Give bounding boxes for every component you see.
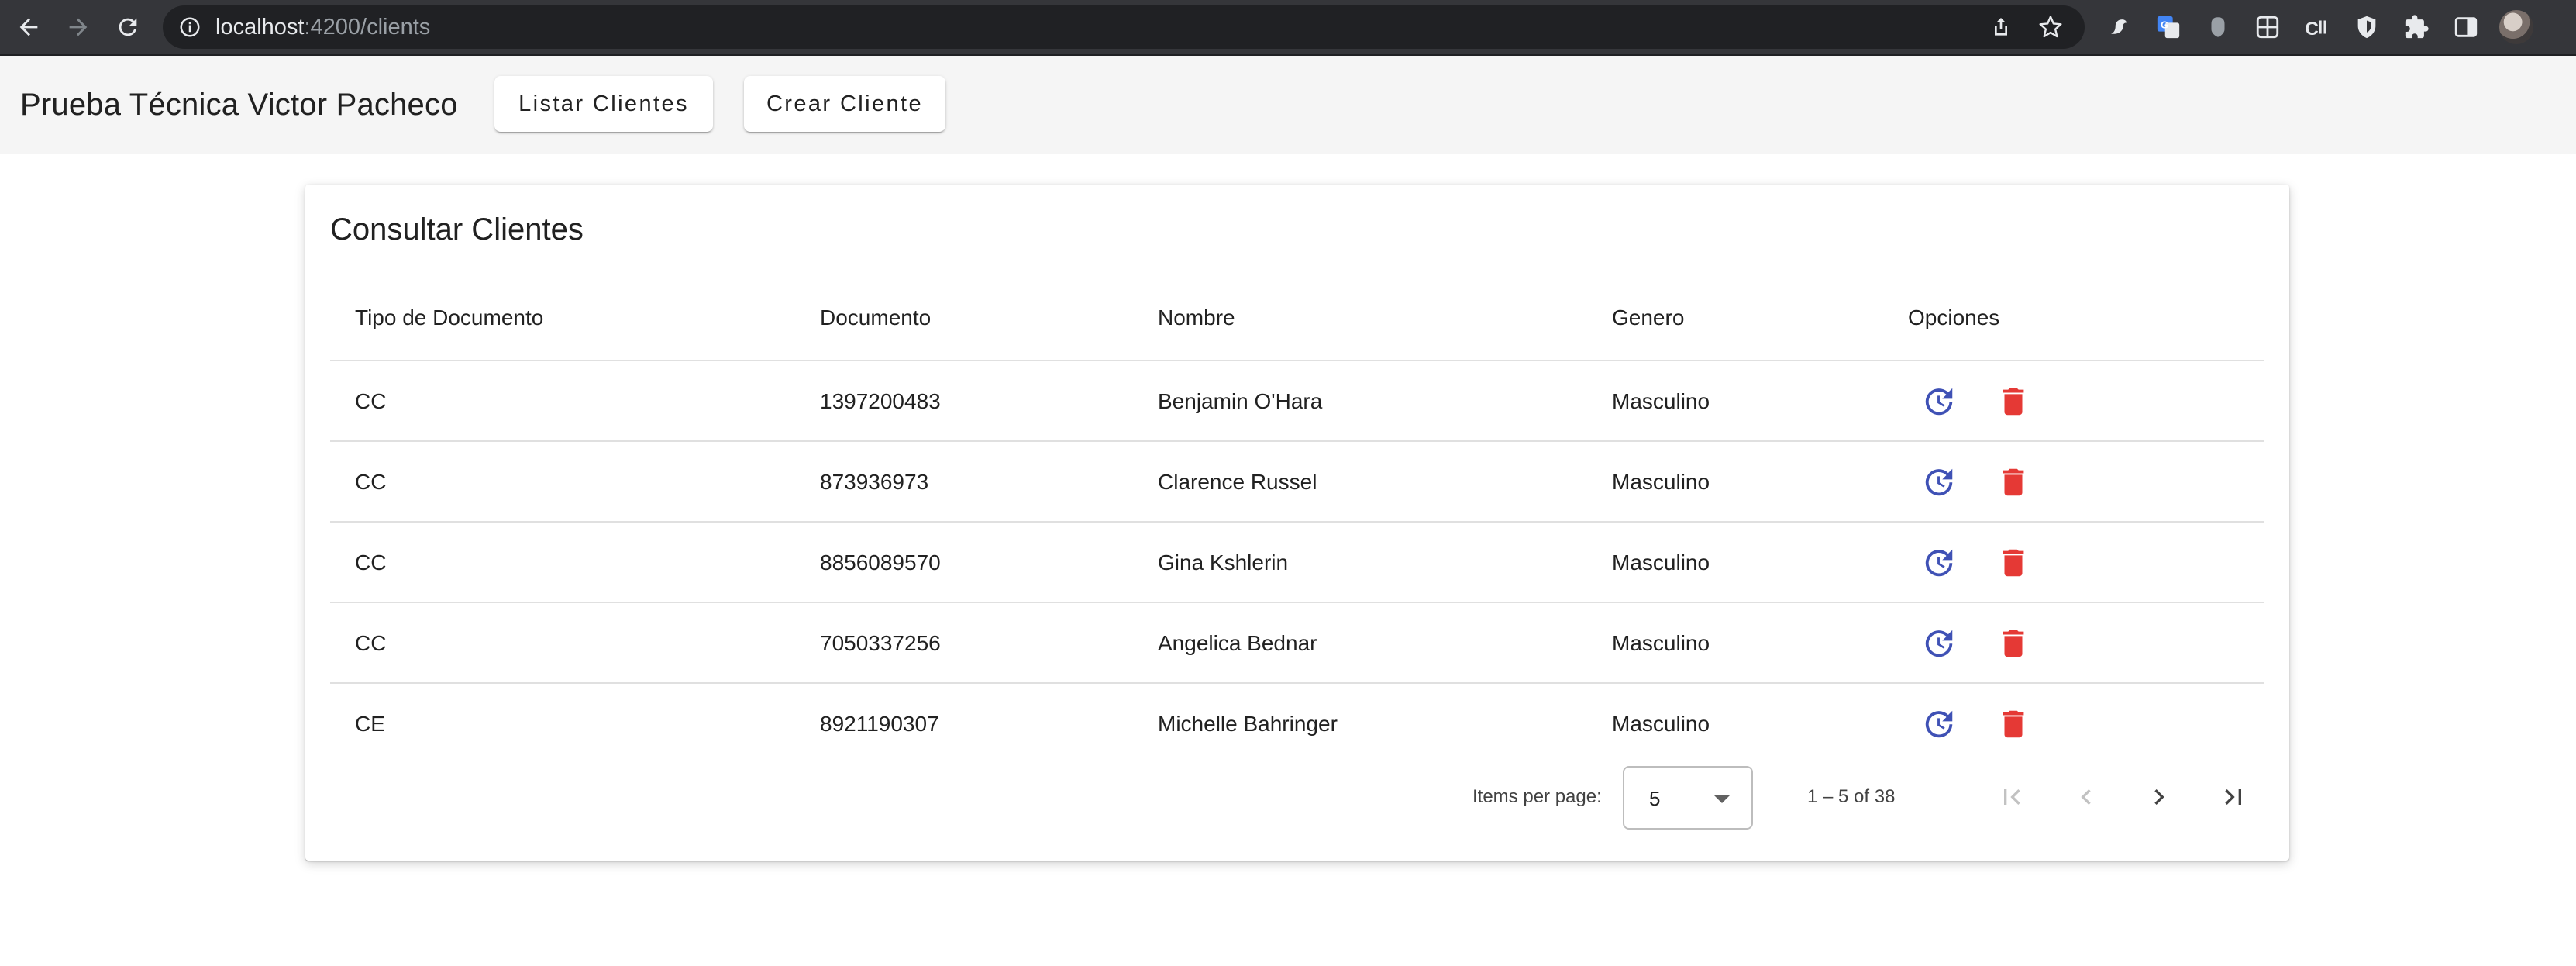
- card-title: Consultar Clientes: [330, 212, 584, 247]
- cell-nombre: Michelle Bahringer: [1158, 712, 1338, 736]
- cell-tipo: CC: [355, 550, 387, 574]
- cell-documento: 873936973: [820, 470, 929, 494]
- update-icon[interactable]: [1920, 383, 1958, 420]
- cell-nombre: Benjamin O'Hara: [1158, 389, 1323, 413]
- bookmark-star-icon[interactable]: [2038, 15, 2063, 40]
- header-genero[interactable]: Genero: [1612, 274, 1684, 361]
- cell-genero: Masculino: [1612, 631, 1710, 655]
- address-bar[interactable]: localhost:4200/clients: [163, 5, 2085, 49]
- app-toolbar: Prueba Técnica Victor Pacheco Listar Cli…: [0, 56, 2576, 154]
- cell-tipo: CC: [355, 389, 387, 413]
- update-icon[interactable]: [1920, 464, 1958, 501]
- table-row: CC 873936973 Clarence Russel Masculino: [330, 442, 2264, 523]
- header-documento[interactable]: Documento: [820, 274, 931, 361]
- delete-icon[interactable]: [1995, 706, 2032, 743]
- table-row: CC 7050337256 Angelica Bednar Masculino: [330, 603, 2264, 684]
- svg-text:C: C: [2305, 19, 2318, 40]
- extension-shield-grey-icon[interactable]: [2204, 13, 2232, 41]
- update-icon[interactable]: [1920, 706, 1958, 743]
- cell-documento: 8921190307: [820, 712, 939, 736]
- puzzle-icon[interactable]: [2402, 13, 2430, 41]
- table-header: Tipo de Documento Documento Nombre Gener…: [330, 274, 2264, 361]
- delete-icon[interactable]: [1995, 625, 2032, 662]
- cell-tipo: CC: [355, 631, 387, 655]
- site-info-icon[interactable]: [178, 16, 201, 39]
- app-title: Prueba Técnica Victor Pacheco: [20, 88, 458, 122]
- extension-grid-icon[interactable]: [2254, 13, 2282, 41]
- share-icon[interactable]: [1989, 15, 2013, 40]
- header-opciones: Opciones: [1908, 305, 2000, 329]
- dropdown-caret-icon: [1714, 795, 1730, 803]
- cell-genero: Masculino: [1612, 550, 1710, 574]
- next-page-icon[interactable]: [2139, 777, 2179, 817]
- cell-nombre: Gina Kshlerin: [1158, 550, 1289, 574]
- last-page-icon[interactable]: [2213, 777, 2254, 817]
- cell-genero: Masculino: [1612, 712, 1710, 736]
- cell-tipo: CE: [355, 712, 385, 736]
- delete-icon[interactable]: [1995, 383, 2032, 420]
- cell-genero: Masculino: [1612, 389, 1710, 413]
- cell-nombre: Clarence Russel: [1158, 470, 1317, 494]
- delete-icon[interactable]: [1995, 464, 2032, 501]
- table-paginator: Items per page: 5 1 – 5 of 38: [305, 758, 2289, 836]
- url-path: :4200/clients: [304, 15, 431, 40]
- extension-shield-icon[interactable]: [2353, 13, 2381, 41]
- first-page-icon[interactable]: [1992, 777, 2032, 817]
- cell-genero: Masculino: [1612, 470, 1710, 494]
- table-row: CC 8856089570 Gina Kshlerin Masculino: [330, 523, 2264, 603]
- page-range-label: 1 – 5 of 38: [1807, 786, 1896, 807]
- update-icon[interactable]: [1920, 544, 1958, 581]
- cell-documento: 1397200483: [820, 389, 941, 413]
- table-row: CE 8921190307 Michelle Bahringer Masculi…: [330, 684, 2264, 764]
- reload-icon[interactable]: [108, 8, 147, 47]
- cell-documento: 7050337256: [820, 631, 941, 655]
- header-nombre[interactable]: Nombre: [1158, 274, 1235, 361]
- svg-text:G: G: [2161, 19, 2168, 30]
- extension-cs-icon[interactable]: C: [2303, 13, 2331, 41]
- forward-arrow-icon[interactable]: [59, 8, 98, 47]
- previous-page-icon[interactable]: [2066, 777, 2106, 817]
- listar-clientes-button[interactable]: Listar Clientes: [494, 76, 713, 132]
- cell-nombre: Angelica Bednar: [1158, 631, 1317, 655]
- browser-chrome: localhost:4200/clients G C: [0, 0, 2576, 54]
- url-text: localhost:4200/clients: [215, 16, 430, 39]
- cell-tipo: CC: [355, 470, 387, 494]
- profile-avatar[interactable]: [2499, 10, 2533, 44]
- items-per-page-label: Items per page:: [1472, 786, 1602, 807]
- page-size-select[interactable]: 5: [1623, 766, 1753, 830]
- back-arrow-icon[interactable]: [9, 8, 48, 47]
- extension-bird-icon[interactable]: [2105, 13, 2133, 41]
- update-icon[interactable]: [1920, 625, 1958, 662]
- cell-documento: 8856089570: [820, 550, 941, 574]
- side-panel-icon[interactable]: [2452, 13, 2480, 41]
- page-size-value: 5: [1649, 787, 1661, 810]
- header-tipo-documento[interactable]: Tipo de Documento: [355, 274, 543, 361]
- clients-table: Tipo de Documento Documento Nombre Gener…: [330, 274, 2264, 764]
- delete-icon[interactable]: [1995, 544, 2032, 581]
- google-translate-icon[interactable]: G: [2154, 13, 2182, 41]
- url-host: localhost: [215, 15, 305, 40]
- table-row: CC 1397200483 Benjamin O'Hara Masculino: [330, 361, 2264, 442]
- clients-card: Consultar Clientes Tipo de Documento Doc…: [305, 185, 2289, 861]
- crear-cliente-button[interactable]: Crear Cliente: [744, 76, 945, 132]
